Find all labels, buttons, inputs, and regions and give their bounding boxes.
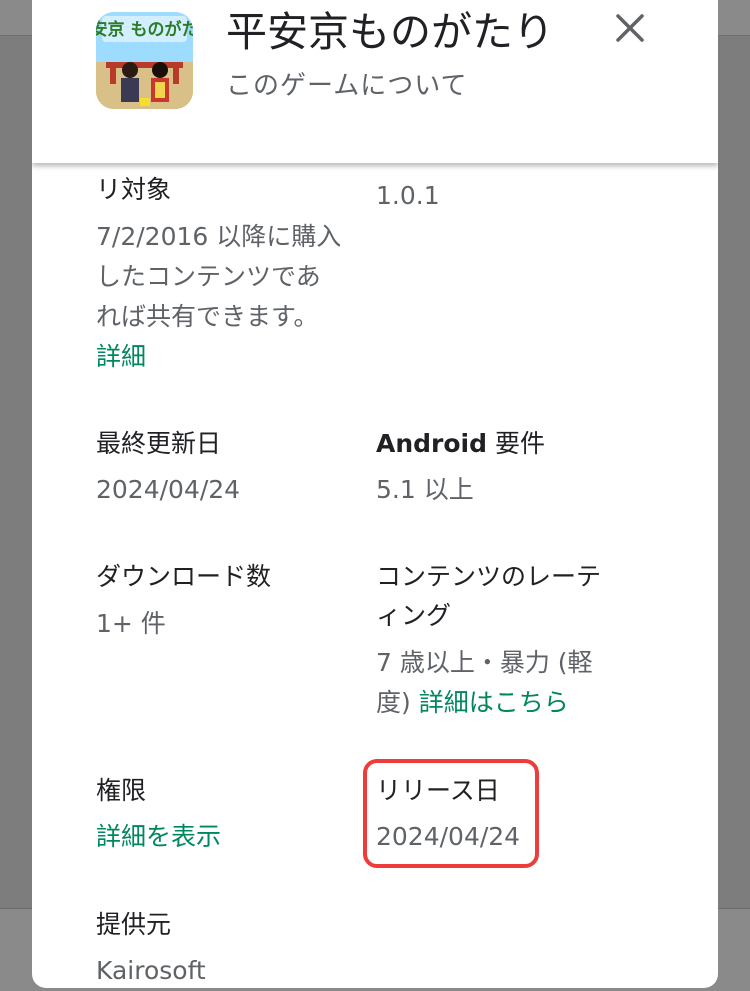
last-updated-value: 2024/04/24 [96,475,241,504]
android-requirement-label: Android 要件 [376,424,545,464]
dialog-subtitle: このゲームについて [226,71,468,101]
android-label-bold: Android [376,429,488,458]
provider-label: 提供元 [96,910,172,939]
app-icon-art: 平安京 ものがたり [96,12,193,109]
close-icon [616,14,644,42]
family-library-label: リ対象 [96,175,172,204]
content-rating-label-line2: ィング [376,601,452,630]
family-library-value-line1: 7/2/2016 以降に購入 [96,222,342,251]
family-library-value-line3: れば共有できます。 [96,302,319,331]
content-rating-details-link[interactable]: 詳細はこちら [419,688,569,717]
android-label-rest: 要件 [487,429,545,458]
provider-value: Kairosoft [96,956,206,985]
release-date-highlight [363,759,539,868]
permissions-details-link[interactable]: 詳細を表示 [96,817,221,857]
about-game-dialog: リ対象 1.0.1 7/2/2016 以降に購入 したコンテンツであ れば共有で… [32,0,718,988]
app-icon: 平安京 ものがたり [96,12,193,109]
content-rating-label-line1: コンテンツのレーテ [376,562,602,591]
dialog-header: 平安京 ものがたり 平安京ものがたり このゲームについて [32,0,718,163]
content-rating-value-line2: 度) 詳細はこちら [376,683,569,723]
family-library-details-link[interactable]: 詳細 [96,337,146,377]
family-library-value-line2: したコンテンツであ [96,262,321,291]
content-rating-value-line1: 7 歳以上・暴力 (軽 [376,648,593,677]
last-updated-label: 最終更新日 [96,429,222,458]
app-title: 平安京ものがたり [226,8,554,56]
close-button[interactable] [608,6,652,50]
app-icon-logo: 平安京 ものがたり [96,19,193,40]
android-requirement-value: 5.1 以上 [376,475,474,504]
content-rating-value-text: 度) [376,688,419,717]
version-value: 1.0.1 [376,181,440,210]
permissions-label: 権限 [96,776,147,805]
downloads-value: 1+ 件 [96,609,166,638]
downloads-label: ダウンロード数 [96,562,272,591]
